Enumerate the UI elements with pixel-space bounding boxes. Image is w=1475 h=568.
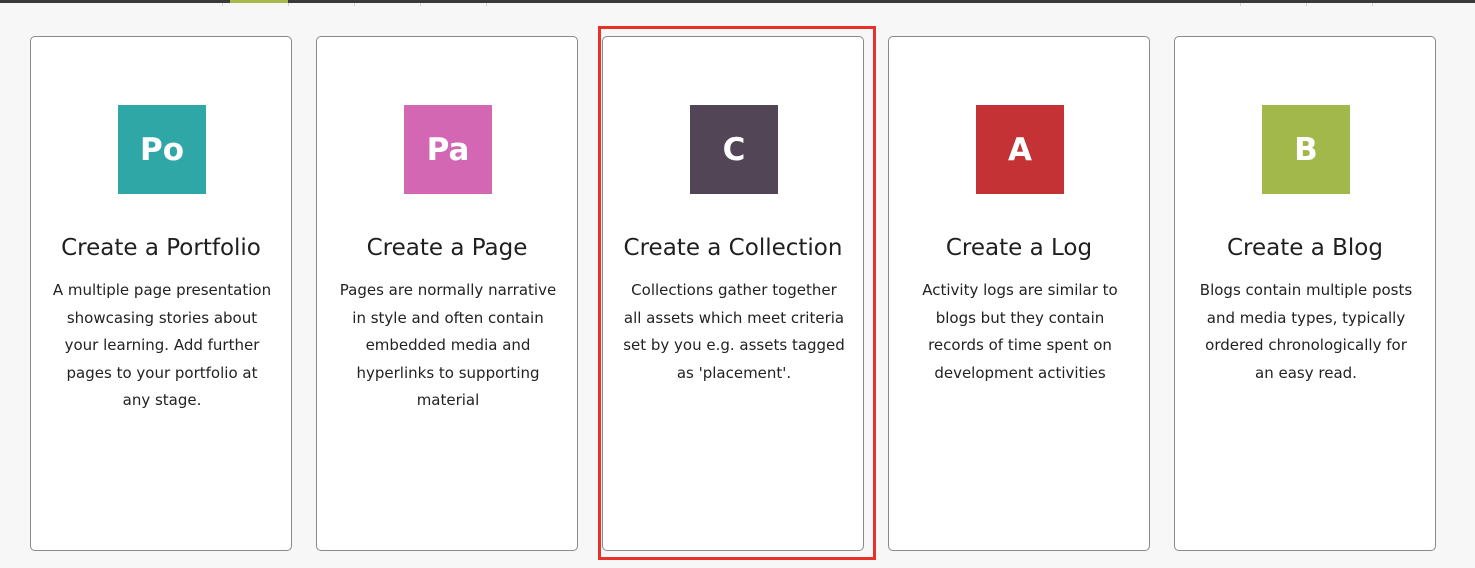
create-collection-card[interactable]: C Create a Collection Collections gather…	[602, 36, 864, 551]
card-description: Activity logs are similar to blogs but t…	[922, 281, 1118, 382]
card-description: Collections gather together all assets w…	[623, 281, 845, 382]
card-title: Create a Page	[366, 235, 528, 261]
create-blog-card[interactable]: B Create a Blog Blogs contain multiple p…	[1174, 36, 1436, 551]
card-title: Create a Portfolio	[61, 235, 261, 261]
card-description: Blogs contain multiple posts and media t…	[1199, 281, 1413, 382]
blog-icon: B	[1262, 105, 1350, 194]
card-description: A multiple page presentation showcasing …	[52, 281, 272, 409]
log-icon: A	[976, 105, 1064, 194]
card-description: Pages are normally narrative in style an…	[339, 281, 557, 409]
create-log-card[interactable]: A Create a Log Activity logs are similar…	[888, 36, 1150, 551]
collection-icon: C	[690, 105, 778, 194]
create-options: Po Create a Portfolio A multiple page pr…	[0, 0, 1475, 568]
card-title: Create a Collection	[623, 235, 843, 261]
card-title: Create a Log	[945, 235, 1093, 261]
card-title: Create a Blog	[1227, 235, 1383, 261]
portfolio-icon: Po	[118, 105, 206, 194]
page-icon: Pa	[404, 105, 492, 194]
create-page-card[interactable]: Pa Create a Page Pages are normally narr…	[316, 36, 578, 551]
create-portfolio-card[interactable]: Po Create a Portfolio A multiple page pr…	[30, 36, 292, 551]
